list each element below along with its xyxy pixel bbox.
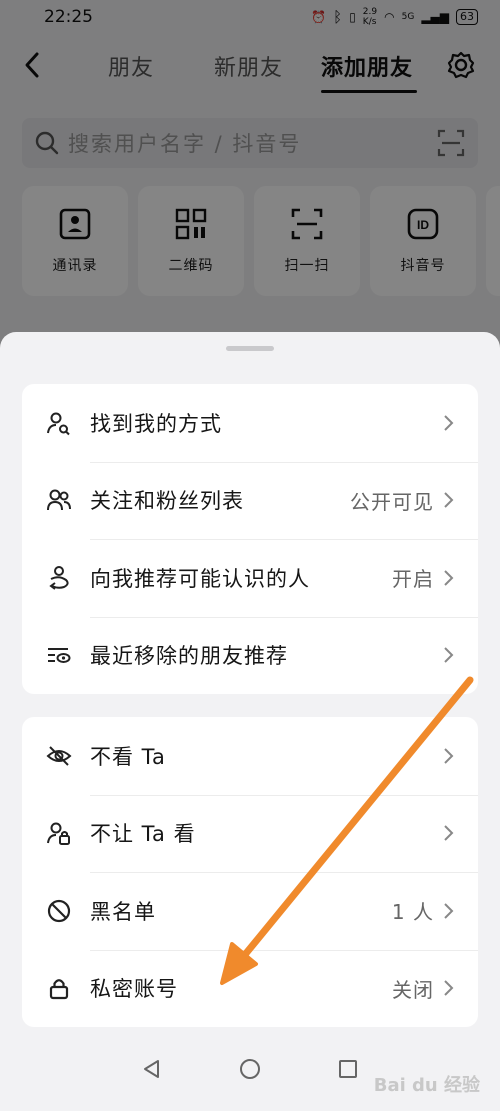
row-recently-removed[interactable]: 最近移除的朋友推荐 bbox=[22, 616, 478, 695]
chevron-right-icon bbox=[442, 413, 456, 433]
lock-icon bbox=[44, 973, 74, 1003]
chevron-right-icon bbox=[442, 823, 456, 843]
watermark: Bai du 经验 bbox=[373, 1075, 480, 1096]
eye-off-icon bbox=[44, 741, 74, 771]
settings-group-discovery: 找到我的方式 关注和粉丝列表 公开可见 向我推荐可能认识的人 开启 最近移除的朋… bbox=[22, 384, 478, 694]
list-eye-icon bbox=[44, 640, 74, 670]
nav-recents-icon[interactable] bbox=[336, 1057, 360, 1085]
row-recommend-people[interactable]: 向我推荐可能认识的人 开启 bbox=[22, 539, 478, 617]
chevron-right-icon bbox=[442, 568, 456, 588]
person-lock-icon bbox=[44, 818, 74, 848]
row-hide-their-content[interactable]: 不看 Ta bbox=[22, 717, 478, 795]
recommend-people-icon bbox=[44, 563, 74, 593]
chevron-right-icon bbox=[442, 978, 456, 998]
sheet-drag-handle[interactable] bbox=[226, 346, 274, 351]
person-search-icon bbox=[44, 408, 74, 438]
people-icon bbox=[44, 485, 74, 515]
row-find-me[interactable]: 找到我的方式 bbox=[22, 384, 478, 462]
row-hide-from-them[interactable]: 不让 Ta 看 bbox=[22, 794, 478, 873]
row-private-account[interactable]: 私密账号 关闭 bbox=[22, 949, 478, 1028]
row-blacklist[interactable]: 黑名单 1 人 bbox=[22, 872, 478, 950]
chevron-right-icon bbox=[442, 645, 456, 665]
nav-home-icon[interactable] bbox=[238, 1057, 262, 1085]
nav-back-icon[interactable] bbox=[140, 1057, 164, 1085]
settings-group-privacy: 不看 Ta 不让 Ta 看 黑名单 1 人 私密账号 关闭 bbox=[22, 717, 478, 1027]
block-icon bbox=[44, 896, 74, 926]
chevron-right-icon bbox=[442, 901, 456, 921]
chevron-right-icon bbox=[442, 490, 456, 510]
privacy-settings-sheet: 找到我的方式 关注和粉丝列表 公开可见 向我推荐可能认识的人 开启 最近移除的朋… bbox=[0, 332, 500, 1111]
chevron-right-icon bbox=[442, 746, 456, 766]
row-follow-fans-list[interactable]: 关注和粉丝列表 公开可见 bbox=[22, 461, 478, 540]
